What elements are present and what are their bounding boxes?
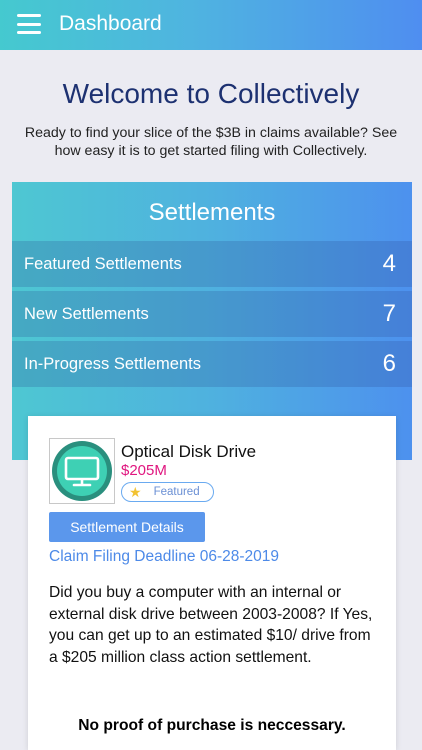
- settlement-card[interactable]: Optical Disk Drive $205M ★ Featured Sett…: [28, 416, 396, 750]
- claim-deadline: Claim Filing Deadline 06-28-2019: [49, 548, 280, 565]
- category-label: In-Progress Settlements: [24, 354, 201, 373]
- category-count: 4: [382, 250, 396, 277]
- settlement-title: Optical Disk Drive: [121, 442, 257, 461]
- category-count: 7: [382, 300, 396, 327]
- settlement-amount: $205M: [121, 462, 167, 479]
- featured-settlements-row[interactable]: Featured Settlements 4: [12, 241, 412, 287]
- featured-badge: ★ Featured: [121, 482, 214, 502]
- menu-icon[interactable]: [17, 14, 41, 34]
- in-progress-settlements-row[interactable]: In-Progress Settlements 6: [12, 341, 412, 387]
- welcome-intro: Ready to find your slice of the $3B in c…: [24, 125, 398, 159]
- monitor-icon: [52, 441, 112, 501]
- new-settlements-row[interactable]: New Settlements 7: [12, 291, 412, 337]
- proof-note: No proof of purchase is neccessary.: [78, 717, 346, 734]
- settlement-thumbnail: [49, 438, 115, 504]
- settlements-title: Settlements: [148, 199, 276, 226]
- featured-badge-label: Featured: [153, 486, 200, 498]
- app-bar-title: Dashboard: [59, 12, 162, 35]
- category-label: New Settlements: [24, 304, 149, 323]
- category-label: Featured Settlements: [24, 254, 182, 273]
- star-icon: ★: [129, 484, 142, 500]
- settlement-details-button[interactable]: Settlement Details: [49, 512, 205, 542]
- app-bar: Dashboard: [0, 0, 422, 50]
- settlement-description: Did you buy a computer with an internal …: [49, 584, 373, 666]
- category-count: 6: [382, 350, 396, 377]
- welcome-heading: Welcome to Collectively: [62, 78, 360, 109]
